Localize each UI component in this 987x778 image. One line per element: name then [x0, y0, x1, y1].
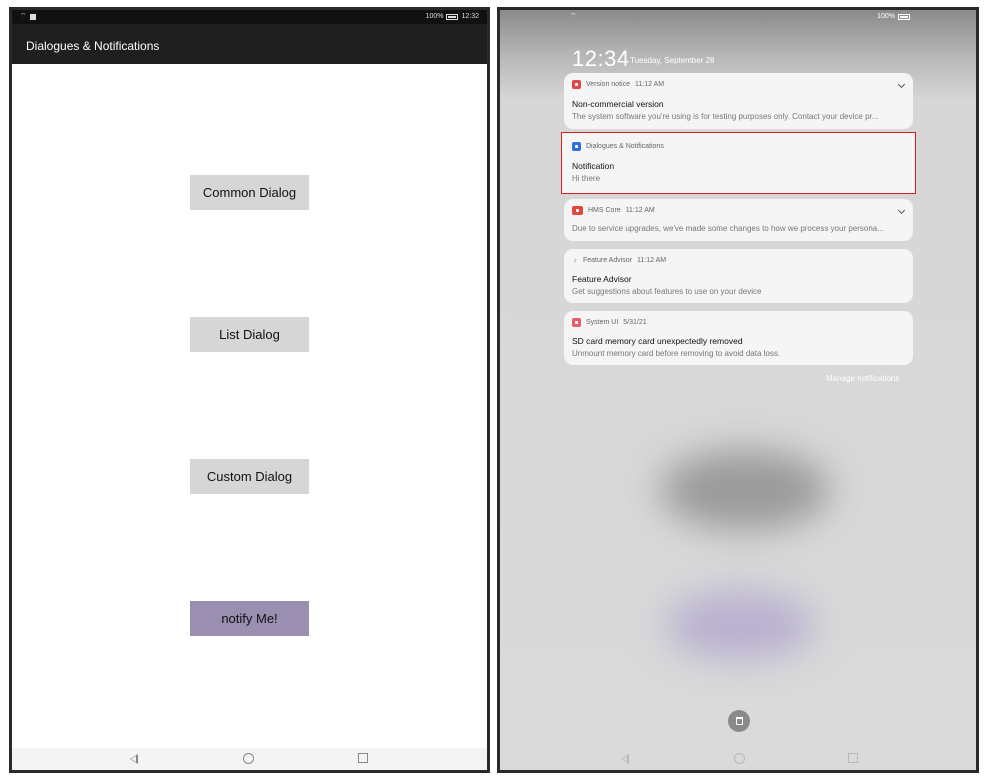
- status-bar: ⌔ 100%: [500, 10, 976, 24]
- notification-app-name: HMS Core: [588, 207, 621, 214]
- notification-body: Due to service upgrades, we've made some…: [572, 224, 884, 233]
- blurred-notify-button: [665, 590, 815, 660]
- hms-core-icon: [572, 206, 583, 215]
- notification-time: 11:12 AM: [637, 257, 667, 264]
- notification-body: The system software you're using is for …: [572, 112, 879, 121]
- common-dialog-button[interactable]: Common Dialog: [190, 175, 309, 210]
- status-bar: ⌔ 100% 12:32: [12, 10, 487, 24]
- battery-percent: 100%: [877, 13, 895, 20]
- notification-time: 11:12 AM: [634, 81, 665, 88]
- notification-app-name: Version notice: [586, 81, 630, 88]
- expand-chevron-icon[interactable]: [897, 206, 906, 215]
- manage-notifications-link[interactable]: Manage notifications: [826, 374, 899, 383]
- notification-body: Get suggestions about features to use on…: [572, 287, 762, 296]
- back-icon[interactable]: [621, 754, 629, 764]
- clear-all-button[interactable]: [728, 710, 750, 732]
- version-notice-icon: [572, 80, 581, 89]
- system-ui-icon: [572, 318, 581, 327]
- app-screen: ⌔ 100% 12:32 Dialogues & Notifications C…: [9, 7, 490, 773]
- home-icon[interactable]: [243, 753, 254, 764]
- battery-icon: [446, 13, 459, 20]
- recents-icon[interactable]: [848, 753, 858, 763]
- trash-icon: [735, 717, 743, 725]
- app-bar: Dialogues & Notifications: [12, 24, 487, 64]
- blurred-button-shadow: [660, 450, 830, 530]
- screenshot-stage: ⌔ 100% 12:32 Dialogues & Notifications C…: [0, 0, 987, 778]
- notification-time: 11:12 AM: [625, 207, 655, 214]
- notification-title: Notification: [572, 161, 615, 171]
- notification-time: 5/31/21: [623, 319, 647, 326]
- app-title: Dialogues & Notifications: [26, 39, 160, 53]
- wifi-icon: ⌔: [20, 13, 27, 20]
- battery-icon: [898, 13, 910, 20]
- notification-dialogues[interactable]: Dialogues & Notifications Notification H…: [561, 132, 916, 194]
- notification-title: Feature Advisor: [572, 274, 632, 284]
- back-icon[interactable]: [130, 754, 138, 764]
- notification-title: Non-commercial version: [572, 99, 664, 109]
- notification-app-name: Dialogues & Notifications: [586, 143, 664, 150]
- recents-icon[interactable]: [358, 753, 368, 763]
- custom-dialog-button[interactable]: Custom Dialog: [190, 459, 309, 494]
- lightbulb-icon: ♀: [572, 256, 578, 265]
- home-icon[interactable]: [734, 753, 745, 764]
- clock-date: Tuesday, September 28: [630, 56, 715, 65]
- notification-app-name: Feature Advisor: [583, 257, 633, 264]
- dialogues-app-icon: [572, 142, 581, 151]
- notify-me-button[interactable]: notify Me!: [190, 601, 309, 636]
- notification-system-ui[interactable]: System UI 5/31/21 SD card memory card un…: [564, 311, 913, 365]
- notification-shade: ⌔ 100% 12:34 Tuesday, September 28 Versi…: [497, 7, 979, 773]
- notification-feature-advisor[interactable]: ♀ Feature Advisor 11:12 AM Feature Advis…: [564, 249, 913, 303]
- notification-app-name: System UI: [586, 319, 619, 326]
- expand-chevron-icon[interactable]: [897, 80, 906, 89]
- navigation-bar: [12, 748, 487, 770]
- notification-body: Unmount memory card before removing to a…: [572, 349, 781, 358]
- wifi-icon: ⌔: [570, 13, 577, 20]
- list-dialog-button[interactable]: List Dialog: [190, 317, 309, 352]
- navigation-bar: [500, 748, 976, 770]
- notification-title: SD card memory card unexpectedly removed: [572, 336, 743, 346]
- notification-body: Hi there: [572, 174, 601, 183]
- sim-icon: [29, 14, 36, 20]
- clock-time: 12:34: [572, 46, 630, 71]
- battery-percent: 100%: [425, 13, 444, 20]
- notification-version-notice[interactable]: Version notice 11:12 AM Non-commercial v…: [564, 73, 913, 129]
- status-time: 12:32: [461, 13, 479, 20]
- notification-hms-core[interactable]: HMS Core 11:12 AM Due to service upgrade…: [564, 199, 913, 241]
